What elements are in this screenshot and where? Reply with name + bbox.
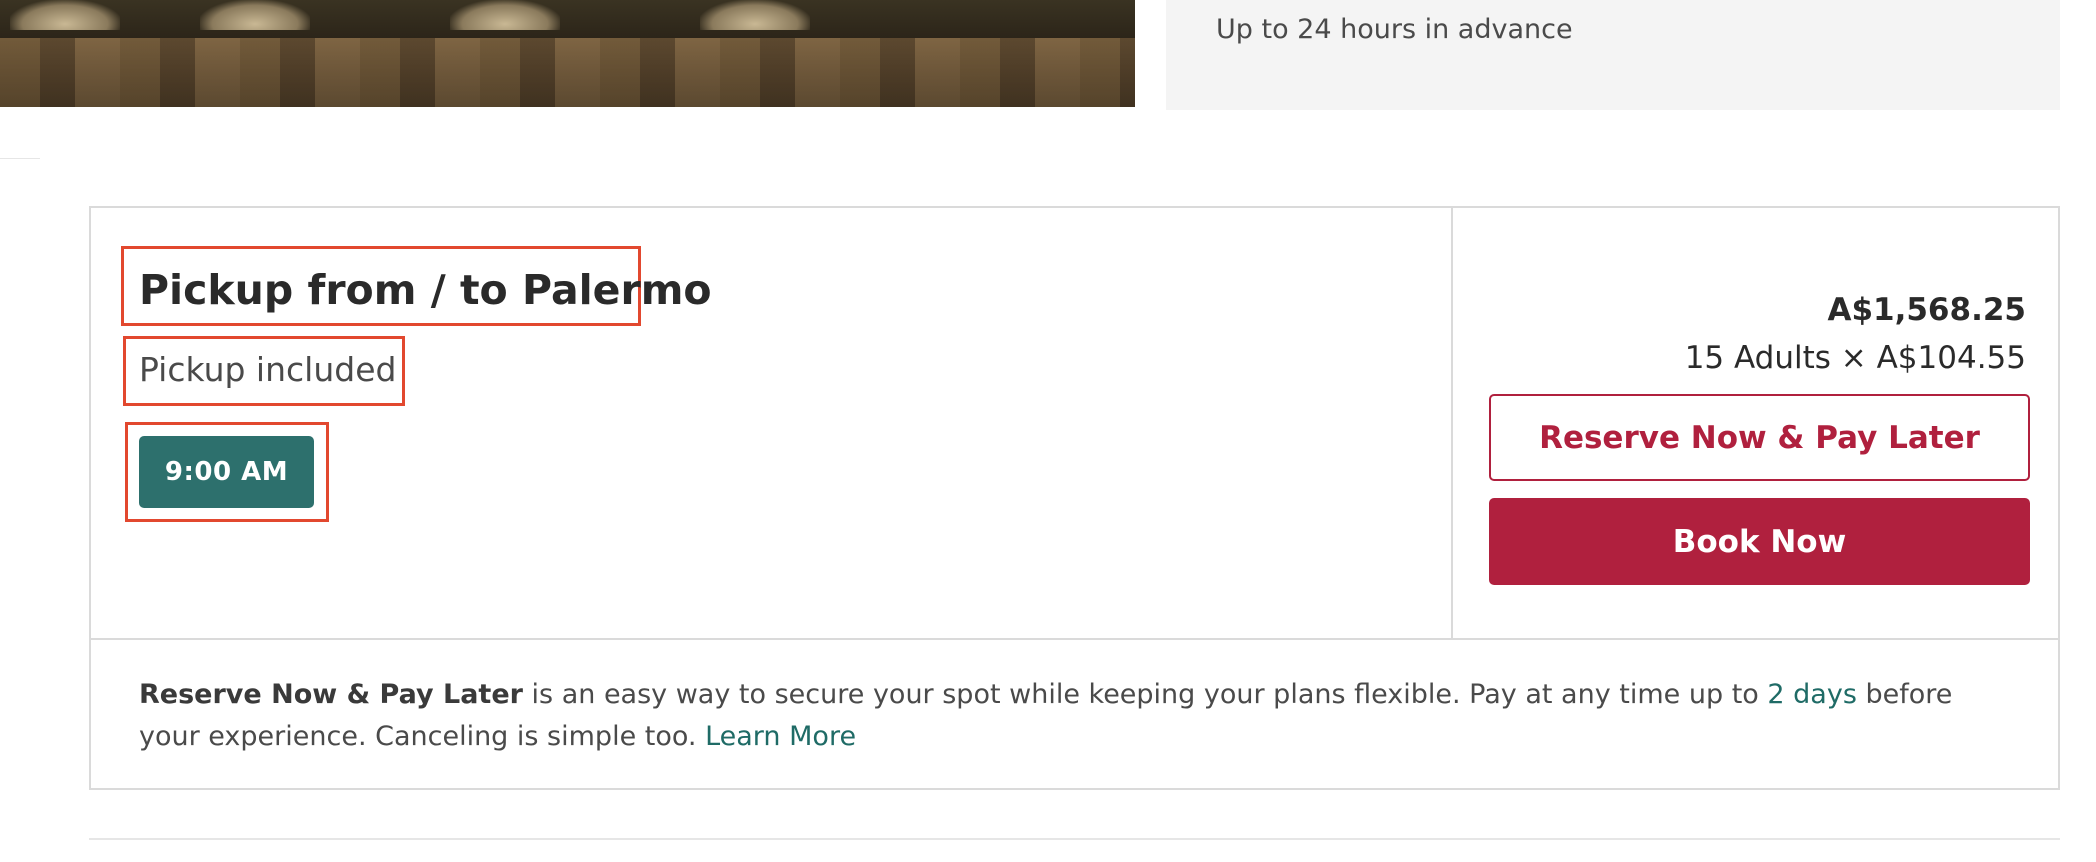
- reserve-info-text: Reserve Now & Pay Later is an easy way t…: [139, 674, 2019, 758]
- learn-more-link[interactable]: Learn More: [705, 721, 856, 752]
- divider: [89, 838, 2060, 840]
- photo-stone-wall: [0, 38, 1135, 107]
- time-slot-button[interactable]: 9:00 AM: [139, 436, 314, 508]
- photo-baluster: [450, 0, 560, 30]
- option-details: Pickup from / to Palermo Pickup included…: [91, 208, 1453, 638]
- booking-info-card: Up to 24 hours in advance: [1166, 0, 2060, 110]
- price-breakdown: 15 Adults × A$104.55: [1684, 340, 2026, 376]
- reserve-now-pay-later-button[interactable]: Reserve Now & Pay Later: [1489, 394, 2030, 481]
- reserve-days: 2 days: [1767, 679, 1857, 710]
- tour-photo: [0, 0, 1135, 107]
- photo-baluster: [200, 0, 310, 30]
- option-header: Pickup from / to Palermo Pickup included…: [91, 208, 2058, 640]
- page: Up to 24 hours in advance Pickup from / …: [0, 0, 2096, 862]
- photo-baluster: [10, 0, 120, 30]
- photo-baluster: [700, 0, 810, 30]
- advance-booking-text: Up to 24 hours in advance: [1216, 14, 1573, 45]
- reserve-info-body: is an easy way to secure your spot while…: [522, 679, 1768, 710]
- book-now-button[interactable]: Book Now: [1489, 498, 2030, 585]
- divider: [0, 158, 40, 159]
- option-pricing: A$1,568.25 15 Adults × A$104.55 Reserve …: [1455, 208, 2060, 638]
- pickup-status: Pickup included: [139, 350, 397, 389]
- total-price: A$1,568.25: [1827, 292, 2026, 328]
- tour-option-card: Pickup from / to Palermo Pickup included…: [89, 206, 2060, 790]
- reserve-info-strong: Reserve Now & Pay Later: [139, 679, 523, 710]
- option-title: Pickup from / to Palermo: [139, 266, 712, 314]
